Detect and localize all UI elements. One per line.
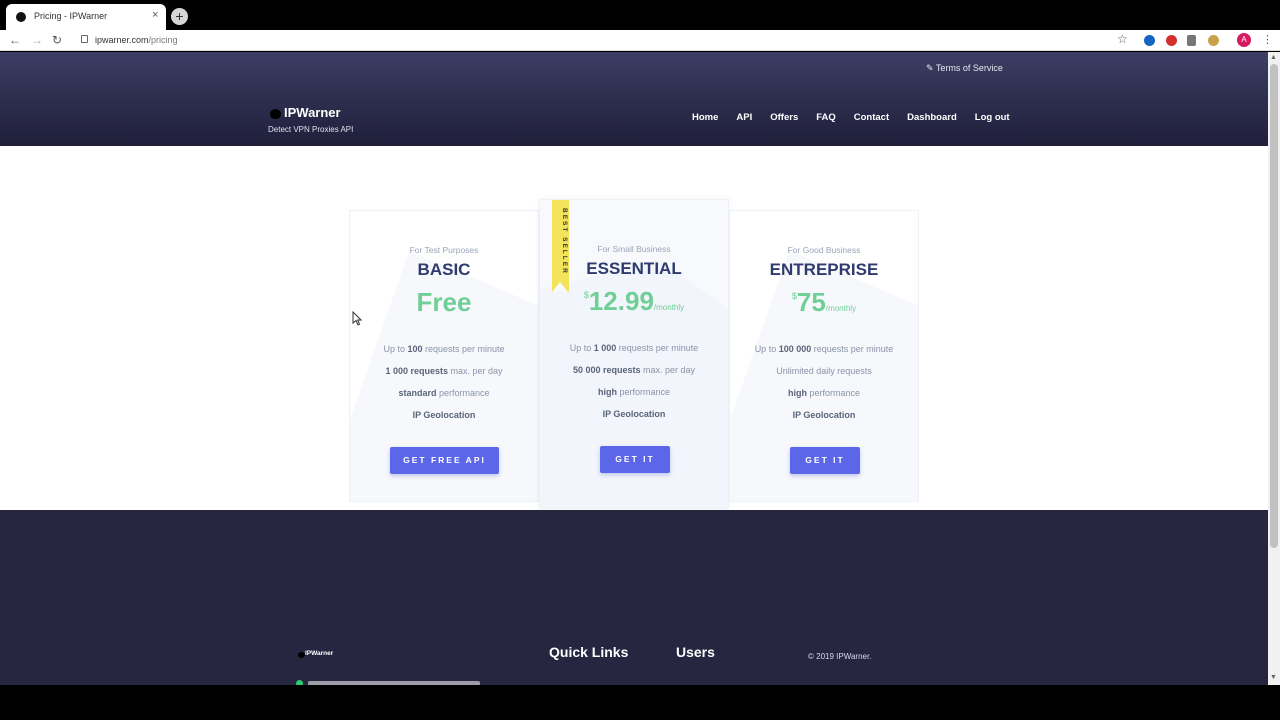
extension-icon[interactable] xyxy=(1208,35,1219,46)
site-header: ✎ Terms of Service IPWarner Detect VPN P… xyxy=(0,52,1268,146)
address-bar[interactable]: ipwarner.com/pricing xyxy=(95,35,178,45)
scroll-down-icon[interactable]: ▼ xyxy=(1270,674,1277,681)
plan-feature: Up to 100 requests per minute xyxy=(383,344,505,354)
favicon-icon xyxy=(16,12,26,22)
pricing-card-basic: For Test Purposes BASIC Free Up to 100 r… xyxy=(349,210,539,502)
get-it-button-essential[interactable]: GET IT xyxy=(600,446,670,473)
terms-label: Terms of Service xyxy=(935,63,1003,73)
terms-of-service-link[interactable]: ✎ Terms of Service xyxy=(926,63,1003,74)
plan-feature: high performance xyxy=(787,388,861,398)
plan-price: Free xyxy=(350,287,538,318)
browser-toolbar: ← → ↻ ipwarner.com/pricing ☆ A ⋮ xyxy=(0,30,1280,51)
nav-api[interactable]: API xyxy=(736,112,752,123)
price-amount: 75 xyxy=(796,287,826,317)
lock-icon xyxy=(81,35,88,43)
browser-tab[interactable]: Pricing - IPWarner × xyxy=(6,4,166,30)
plan-name: ENTREPRISE xyxy=(769,260,879,279)
price-period: /monthly xyxy=(825,304,857,313)
plan-purpose: For Good Business xyxy=(787,245,861,255)
url-host: ipwarner.com xyxy=(95,35,149,45)
main-nav: Home API Offers FAQ Contact Dashboard Lo… xyxy=(692,112,1028,123)
plan-feature: IP Geolocation xyxy=(602,409,666,419)
footer-copyright: © 2019 IPWarner. xyxy=(808,652,872,661)
browser-tab-bar: Pricing - IPWarner × + xyxy=(0,0,1280,30)
get-free-api-button[interactable]: GET FREE API xyxy=(390,447,499,474)
reload-icon[interactable]: ↻ xyxy=(52,33,62,47)
price-amount: Free xyxy=(416,287,472,317)
get-it-button-entreprise[interactable]: GET IT xyxy=(790,447,860,474)
brand-name[interactable]: IPWarner xyxy=(284,105,341,120)
price-amount: 12.99 xyxy=(588,286,654,316)
nav-faq[interactable]: FAQ xyxy=(816,112,836,123)
extension-icon[interactable] xyxy=(1144,35,1155,46)
scroll-thumb[interactable] xyxy=(1270,64,1278,548)
plan-feature: standard performance xyxy=(398,388,490,398)
footer-logo-icon xyxy=(298,652,305,658)
plan-purpose: For Test Purposes xyxy=(409,245,479,255)
plan-feature: IP Geolocation xyxy=(792,410,856,420)
nav-contact[interactable]: Contact xyxy=(854,112,889,123)
url-path: /pricing xyxy=(148,35,178,45)
plan-feature: Up to 100 000 requests per minute xyxy=(754,344,894,354)
profile-avatar[interactable]: A xyxy=(1237,33,1251,47)
mouse-cursor-icon xyxy=(352,311,362,326)
logo-icon xyxy=(270,109,281,119)
pricing-card-entreprise: For Good Business ENTREPRISE $75/monthly… xyxy=(729,210,919,502)
pin-icon: ✎ xyxy=(926,63,934,73)
footer-users-heading: Users xyxy=(676,644,715,660)
plan-feature: Unlimited daily requests xyxy=(776,366,872,376)
extension-icon[interactable] xyxy=(1166,35,1177,46)
plan-feature: IP Geolocation xyxy=(412,410,476,420)
browser-menu-icon[interactable]: ⋮ xyxy=(1262,33,1273,46)
ribbon-notch xyxy=(552,282,568,292)
tab-title: Pricing - IPWarner xyxy=(34,11,108,21)
web-page: ✎ Terms of Service IPWarner Detect VPN P… xyxy=(0,52,1268,685)
plan-feature: 50 000 requests max. per day xyxy=(572,365,696,375)
brand-tagline: Detect VPN Proxies API xyxy=(268,125,354,134)
back-arrow-icon[interactable]: ← xyxy=(9,33,21,47)
forward-arrow-icon[interactable]: → xyxy=(31,33,43,47)
bookmark-star-icon[interactable]: ☆ xyxy=(1117,32,1128,46)
plan-feature: 1 000 requests max. per day xyxy=(385,366,503,376)
plan-price: $75/monthly xyxy=(730,287,918,318)
screen-bottom-bar xyxy=(0,685,1280,720)
plan-feature: Up to 1 000 requests per minute xyxy=(569,343,699,353)
tab-close-icon[interactable]: × xyxy=(152,9,158,21)
site-footer: IPWarner Quick Links Users © 2019 IPWarn… xyxy=(0,510,1268,685)
footer-logo[interactable]: IPWarner xyxy=(305,650,333,657)
price-currency: $ xyxy=(791,291,797,301)
price-period: /monthly xyxy=(653,303,685,312)
footer-quick-links-heading: Quick Links xyxy=(549,644,629,660)
nav-dashboard[interactable]: Dashboard xyxy=(907,112,957,123)
nav-offers[interactable]: Offers xyxy=(770,112,798,123)
new-tab-button[interactable]: + xyxy=(171,8,188,25)
scroll-up-icon[interactable]: ▲ xyxy=(1270,54,1277,61)
plan-name: BASIC xyxy=(417,260,471,279)
extension-icon[interactable] xyxy=(1187,35,1196,46)
plan-feature: high performance xyxy=(597,387,671,397)
price-currency: $ xyxy=(583,290,589,300)
ribbon-label: BEST SELLER xyxy=(561,208,568,275)
page-scrollbar[interactable]: ▲ ▼ xyxy=(1268,52,1280,685)
nav-logout[interactable]: Log out xyxy=(975,112,1010,123)
nav-home[interactable]: Home xyxy=(692,112,718,123)
